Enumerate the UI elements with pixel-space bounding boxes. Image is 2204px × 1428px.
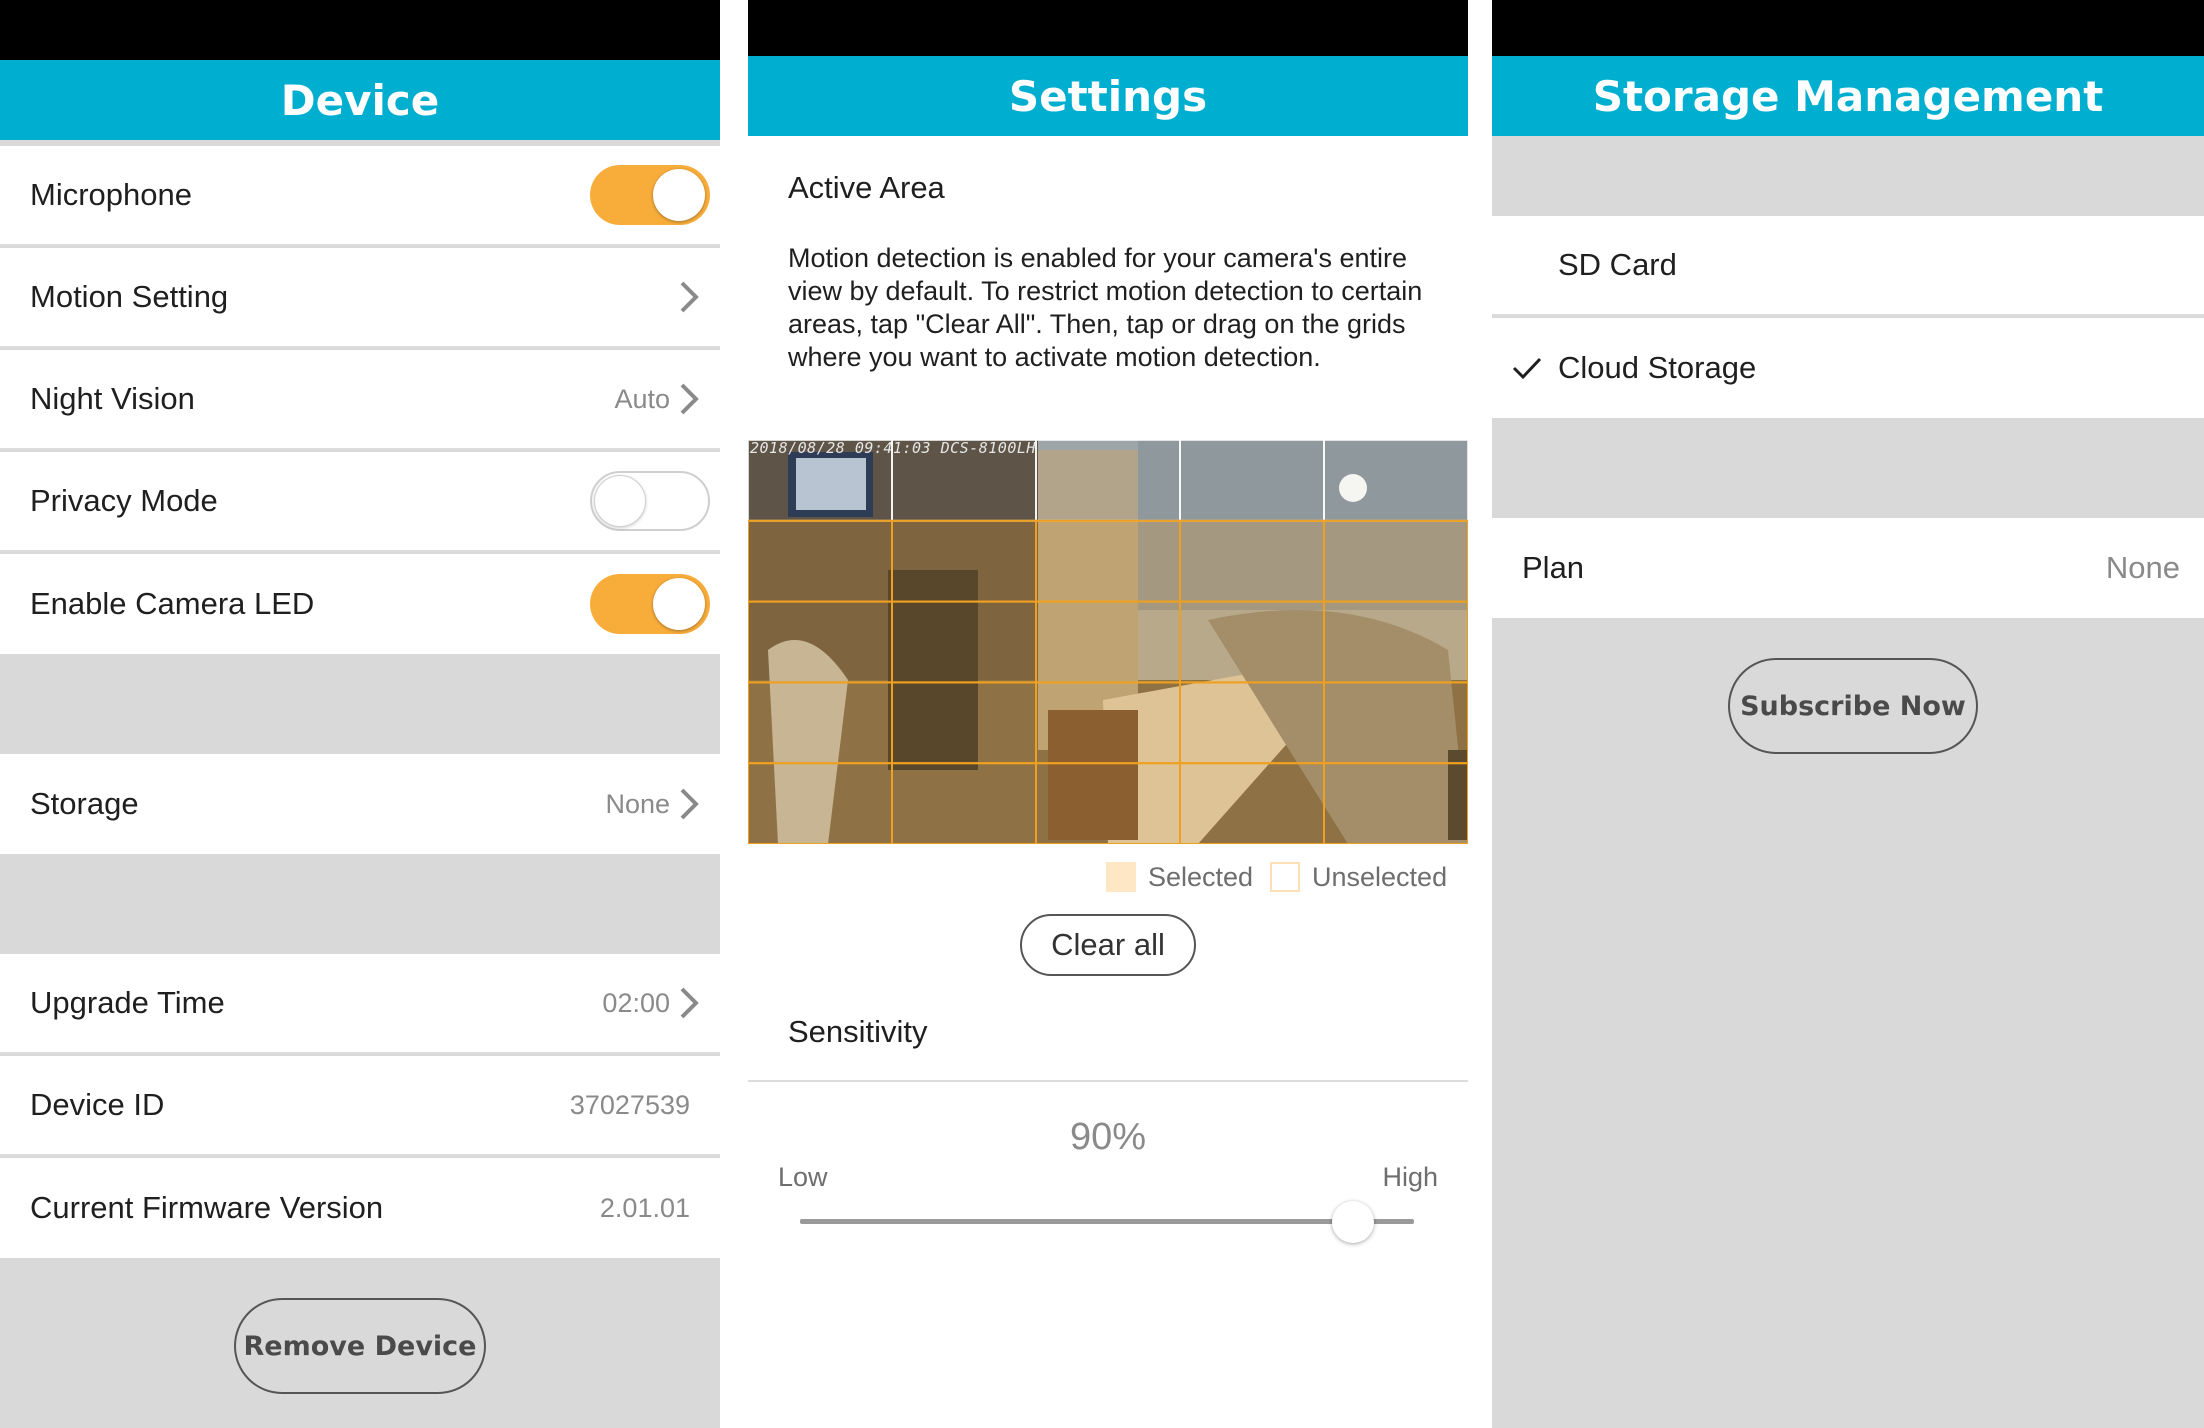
- grid-cell-selected[interactable]: [748, 762, 893, 844]
- grid-cell-selected[interactable]: [1179, 519, 1325, 603]
- sd-card-label: SD Card: [1558, 247, 1677, 282]
- sensitivity-slider-track[interactable]: [800, 1219, 1414, 1224]
- grid-cell-selected[interactable]: [1179, 600, 1325, 684]
- sd-card-option[interactable]: SD Card: [1492, 216, 2204, 316]
- page-title: Device: [280, 75, 440, 125]
- storage-label: Storage: [30, 786, 139, 821]
- chevron-right-icon: [680, 383, 699, 415]
- subscribe-now-button[interactable]: Subscribe Now: [1728, 658, 1978, 754]
- grid-cell-unselected[interactable]: [1035, 440, 1181, 522]
- clear-all-button[interactable]: Clear all: [1020, 914, 1196, 976]
- grid-cell-unselected[interactable]: [1323, 440, 1468, 522]
- section-divider: [748, 1080, 1468, 1082]
- camera-preview[interactable]: 2018/08/28 09:41:03 DCS-8100LH: [748, 440, 1468, 844]
- privacy-mode-label: Privacy Mode: [30, 483, 218, 518]
- sensitivity-heading: Sensitivity: [788, 1014, 928, 1049]
- privacy-mode-toggle[interactable]: [590, 471, 710, 531]
- microphone-label: Microphone: [30, 177, 192, 212]
- cloud-storage-label: Cloud Storage: [1558, 350, 1757, 385]
- camera-led-toggle[interactable]: [590, 574, 710, 634]
- grid-cell-selected[interactable]: [1035, 519, 1181, 603]
- active-area-heading: Active Area: [788, 170, 945, 205]
- grid-cell-selected[interactable]: [748, 681, 893, 765]
- storage-row[interactable]: Storage None: [0, 754, 720, 854]
- toggle-knob: [653, 169, 705, 221]
- grid-cell-selected[interactable]: [1035, 600, 1181, 684]
- storage-management-screen: Storage Management SD Card Cloud Storage…: [1492, 0, 2204, 1428]
- selected-legend-label: Selected: [1148, 862, 1254, 892]
- plan-row: Plan None: [1492, 518, 2204, 618]
- unselected-legend-label: Unselected: [1312, 862, 1448, 892]
- motion-setting-row[interactable]: Motion Setting: [0, 248, 720, 348]
- chevron-right-icon: [680, 281, 699, 313]
- grid-cell-selected[interactable]: [1323, 519, 1468, 603]
- grid-cell-selected[interactable]: [1035, 762, 1181, 844]
- grid-cell-selected[interactable]: [1323, 600, 1468, 684]
- toggle-knob: [594, 475, 646, 527]
- grid-cell-selected[interactable]: [891, 762, 1037, 844]
- device-title-bar: Device: [0, 60, 720, 140]
- motion-setting-label: Motion Setting: [30, 279, 229, 314]
- grid-cell-selected[interactable]: [1035, 681, 1181, 765]
- selected-swatch: [1106, 862, 1136, 892]
- motion-grid-overlay[interactable]: [748, 440, 1468, 844]
- grid-cell-selected[interactable]: [748, 519, 893, 603]
- grid-cell-selected[interactable]: [891, 519, 1037, 603]
- device-id-value: 37027539: [569, 1089, 690, 1120]
- sensitivity-slider-thumb[interactable]: [1331, 1201, 1374, 1243]
- sensitivity-high-label: High: [1382, 1162, 1438, 1192]
- camera-led-row[interactable]: Enable Camera LED: [0, 554, 720, 654]
- status-bar: [748, 0, 1468, 56]
- status-bar: [0, 0, 720, 60]
- grid-cell-selected[interactable]: [891, 681, 1037, 765]
- plan-label: Plan: [1522, 550, 1585, 585]
- sensitivity-low-label: Low: [778, 1162, 828, 1192]
- sensitivity-value: 90%: [1069, 1116, 1147, 1158]
- camera-led-label: Enable Camera LED: [30, 586, 315, 621]
- chevron-right-icon: [680, 788, 699, 820]
- storage-title-bar: Storage Management: [1492, 56, 2204, 136]
- night-vision-value: Auto: [614, 383, 670, 414]
- toggle-knob: [653, 578, 705, 630]
- grid-cell-unselected[interactable]: [1179, 440, 1325, 522]
- upgrade-time-value: 02:00: [602, 987, 670, 1018]
- firmware-version-row: Current Firmware Version 2.01.01: [0, 1158, 720, 1258]
- privacy-mode-row[interactable]: Privacy Mode: [0, 452, 720, 552]
- grid-cell-selected[interactable]: [891, 600, 1037, 684]
- status-bar: [1492, 0, 2204, 56]
- settings-title-bar: Settings: [748, 56, 1468, 136]
- remove-device-button[interactable]: Remove Device: [234, 1298, 486, 1394]
- microphone-toggle[interactable]: [590, 165, 710, 225]
- unselected-swatch: [1270, 862, 1300, 892]
- grid-cell-selected[interactable]: [1179, 762, 1325, 844]
- plan-value: None: [2105, 550, 2180, 585]
- grid-cell-selected[interactable]: [748, 600, 893, 684]
- motion-detection-description: Motion detection is enabled for your cam…: [788, 243, 1423, 372]
- grid-cell-selected[interactable]: [1323, 681, 1468, 765]
- upgrade-time-label: Upgrade Time: [30, 985, 225, 1020]
- microphone-row[interactable]: Microphone: [0, 146, 720, 246]
- check-icon: [1512, 357, 1542, 380]
- night-vision-label: Night Vision: [30, 381, 195, 416]
- chevron-right-icon: [680, 987, 699, 1019]
- grid-cell-selected[interactable]: [1323, 762, 1468, 844]
- page-title: Storage Management: [1592, 71, 2104, 121]
- storage-value: None: [605, 788, 670, 819]
- grid-cell-selected[interactable]: [1179, 681, 1325, 765]
- device-screen: Device Microphone Motion Setting Night V…: [0, 0, 720, 1428]
- settings-screen: Settings Active Area Motion detection is…: [748, 0, 1468, 1428]
- cloud-storage-option[interactable]: Cloud Storage: [1492, 318, 2204, 418]
- device-id-row: Device ID 37027539: [0, 1056, 720, 1156]
- upgrade-time-row[interactable]: Upgrade Time 02:00: [0, 954, 720, 1054]
- device-id-label: Device ID: [30, 1087, 165, 1122]
- camera-timestamp: 2018/08/28 09:41:03 DCS-8100LH: [750, 440, 1036, 457]
- firmware-version-value: 2.01.01: [599, 1192, 690, 1223]
- page-title: Settings: [1008, 71, 1208, 121]
- firmware-version-label: Current Firmware Version: [30, 1190, 384, 1225]
- night-vision-row[interactable]: Night Vision Auto: [0, 350, 720, 450]
